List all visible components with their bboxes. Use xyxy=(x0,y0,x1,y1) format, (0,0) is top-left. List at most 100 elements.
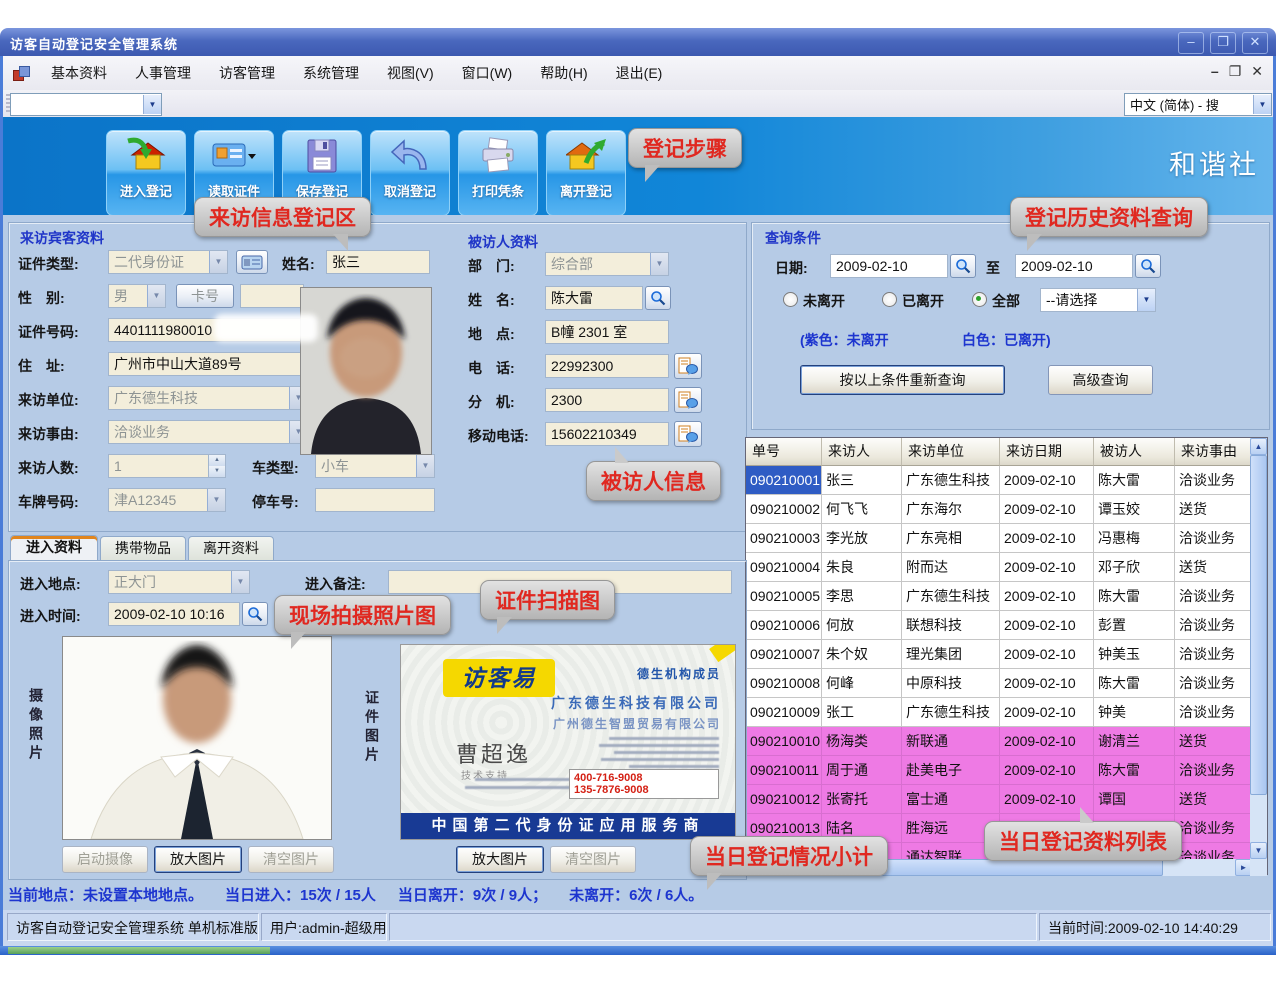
vertical-scrollbar[interactable]: ▲ ▼ xyxy=(1250,438,1267,859)
table-header-cell[interactable]: 来访人 xyxy=(822,438,902,466)
table-header-cell[interactable]: 来访日期 xyxy=(1000,438,1094,466)
menu-item-system[interactable]: 系统管理 xyxy=(289,63,373,83)
menu-item-basic[interactable]: 基本资料 xyxy=(37,63,121,83)
notify-phone-icon xyxy=(678,391,698,409)
entry-place-select[interactable]: 正大门▼ xyxy=(108,570,250,594)
start-camera-button[interactable]: 启动摄像 xyxy=(62,846,148,873)
location-input[interactable]: B幢 2301 室 xyxy=(545,320,669,344)
table-row[interactable]: 090210010杨海类新联通2009-02-10谢清兰送货 xyxy=(746,727,1252,756)
date-from-input[interactable]: 2009-02-10 xyxy=(830,254,948,278)
quick-select-combo[interactable]: ▼ xyxy=(10,93,162,116)
dial-phone-button[interactable] xyxy=(674,353,702,379)
visitee-search-button[interactable] xyxy=(645,286,671,310)
radio-not-left[interactable] xyxy=(783,292,798,307)
table-header-cell[interactable]: 来访事由 xyxy=(1175,438,1252,466)
table-row[interactable]: 090210002何飞飞广东海尔2009-02-10谭玉姣送货 xyxy=(746,495,1252,524)
language-select[interactable]: 中文 (简体) - 搜 ▼ xyxy=(1124,93,1272,116)
parking-label: 停车号: xyxy=(252,492,299,512)
table-cell: 090210007 xyxy=(746,640,822,669)
ext-input[interactable]: 2300 xyxy=(545,388,669,412)
date-to-input[interactable]: 2009-02-10 xyxy=(1015,254,1133,278)
visit-reason-select[interactable]: 洽谈业务▼ xyxy=(108,420,308,444)
table-row[interactable]: 090210005李思广东德生科技2009-02-10陈大雷洽谈业务 xyxy=(746,582,1252,611)
enter-register-button[interactable]: 进入登记 xyxy=(106,130,186,216)
clear-card-image-button[interactable]: 清空图片 xyxy=(550,846,636,873)
visitee-name-input[interactable]: 陈大雷 xyxy=(545,286,643,310)
dept-select[interactable]: 综合部▼ xyxy=(545,252,669,276)
table-row[interactable]: 090210007朱个奴理光集团2009-02-10钟美玉洽谈业务 xyxy=(746,640,1252,669)
clear-camera-photo-button[interactable]: 清空图片 xyxy=(248,846,334,873)
callout-scene-photo: 现场拍摄照片图 xyxy=(274,595,451,635)
scroll-up-icon[interactable]: ▲ xyxy=(1250,438,1267,455)
table-header-cell[interactable]: 单号 xyxy=(746,438,822,466)
enlarge-camera-photo-button[interactable]: 放大图片 xyxy=(154,846,242,873)
vertical-scroll-thumb[interactable] xyxy=(1250,455,1267,795)
read-idcard-button[interactable] xyxy=(236,250,268,274)
visitor-name-input[interactable]: 张三 xyxy=(326,250,430,274)
leave-register-button[interactable]: 离开登记 xyxy=(546,130,626,216)
menu-item-hr[interactable]: 人事管理 xyxy=(121,63,205,83)
table-row[interactable]: 090210003李光放广东亮相2009-02-10冯惠梅洽谈业务 xyxy=(746,524,1252,553)
print-slip-button[interactable]: 打印凭条 xyxy=(458,130,538,216)
card-bottom-band: 中国第二代身份证应用服务商 xyxy=(401,813,735,839)
table-row[interactable]: 090210006何放联想科技2009-02-10彭置洽谈业务 xyxy=(746,611,1252,640)
date-from-picker-button[interactable] xyxy=(950,254,976,278)
tab-carried-items[interactable]: 携带物品 xyxy=(100,536,186,561)
plate-select[interactable]: 津A12345▼ xyxy=(108,488,226,512)
requery-button[interactable]: 按以上条件重新查询 xyxy=(800,365,1005,395)
menu-item-help[interactable]: 帮助(H) xyxy=(526,63,601,83)
enlarge-card-image-button[interactable]: 放大图片 xyxy=(456,846,544,873)
cancel-register-button[interactable]: 取消登记 xyxy=(370,130,450,216)
table-header-cell[interactable]: 来访单位 xyxy=(902,438,1000,466)
radio-all[interactable] xyxy=(972,292,987,307)
mdi-minimize-button[interactable]: – xyxy=(1211,63,1219,80)
camera-photo xyxy=(62,636,332,840)
scroll-down-icon[interactable]: ▼ xyxy=(1250,842,1267,859)
radio-left[interactable] xyxy=(882,292,897,307)
card-no-button[interactable]: 卡号 xyxy=(176,284,234,308)
menu-item-window[interactable]: 窗口(W) xyxy=(448,63,527,83)
entry-time-label: 进入时间: xyxy=(20,606,81,626)
table-row[interactable]: 090210001张三广东德生科技2009-02-10陈大雷洽谈业务 xyxy=(746,466,1252,495)
table-row[interactable]: 090210008何峰中原科技2009-02-10陈大雷洽谈业务 xyxy=(746,669,1252,698)
mdi-close-button[interactable]: ✕ xyxy=(1251,63,1263,80)
table-cell: 广东德生科技 xyxy=(902,466,1000,495)
callout-daily-summary: 当日登记情况小计 xyxy=(690,836,888,876)
table-cell: 2009-02-10 xyxy=(1000,669,1094,698)
cert-type-select[interactable]: 二代身份证▼ xyxy=(108,250,228,274)
people-count-stepper[interactable]: 1 ▲▼ xyxy=(108,454,226,478)
entry-time-picker-button[interactable] xyxy=(242,602,268,626)
table-cell: 钟美玉 xyxy=(1094,640,1175,669)
menu-item-visitor[interactable]: 访客管理 xyxy=(205,63,289,83)
radio-left-label: 已离开 xyxy=(902,291,944,311)
table-row[interactable]: 090210012张寄托富士通2009-02-10谭国送货 xyxy=(746,785,1252,814)
date-to-picker-button[interactable] xyxy=(1135,254,1161,278)
location-label: 地 点: xyxy=(468,324,515,344)
menu-item-view[interactable]: 视图(V) xyxy=(373,63,448,83)
table-header-cell[interactable]: 被访人 xyxy=(1094,438,1175,466)
minimize-button[interactable]: – xyxy=(1178,32,1204,54)
parking-input[interactable] xyxy=(315,488,435,512)
advanced-query-button[interactable]: 高级查询 xyxy=(1048,365,1153,395)
address-input[interactable]: 广州市中山大道89号 xyxy=(108,352,308,376)
mobile-input[interactable]: 15602210349 xyxy=(545,422,669,446)
car-type-select[interactable]: 小车▼ xyxy=(315,454,435,478)
table-row[interactable]: 090210011周于通赴美电子2009-02-10陈大雷洽谈业务 xyxy=(746,756,1252,785)
restore-button[interactable]: ❐ xyxy=(1210,32,1236,54)
visit-company-select[interactable]: 广东德生科技▼ xyxy=(108,386,308,410)
tab-entry-info[interactable]: 进入资料 xyxy=(10,535,98,561)
table-cell: 冯惠梅 xyxy=(1094,524,1175,553)
tab-leave-info[interactable]: 离开资料 xyxy=(188,536,274,561)
table-row[interactable]: 090210009张工广东德生科技2009-02-10钟美洽谈业务 xyxy=(746,698,1252,727)
table-row[interactable]: 090210004朱良附而达2009-02-10邓子欣送货 xyxy=(746,553,1252,582)
dial-ext-button[interactable] xyxy=(674,387,702,413)
gender-select[interactable]: 男▼ xyxy=(108,284,166,308)
phone-input[interactable]: 22992300 xyxy=(545,354,669,378)
menu-item-exit[interactable]: 退出(E) xyxy=(602,63,677,83)
dial-mobile-button[interactable] xyxy=(674,421,702,447)
close-button[interactable]: ✕ xyxy=(1242,32,1268,54)
card-no-input[interactable] xyxy=(240,284,304,308)
mdi-restore-button[interactable]: ❐ xyxy=(1229,63,1242,80)
filter-select[interactable]: --请选择▼ xyxy=(1040,288,1156,312)
entry-time-input[interactable]: 2009-02-10 10:16 xyxy=(108,602,240,626)
